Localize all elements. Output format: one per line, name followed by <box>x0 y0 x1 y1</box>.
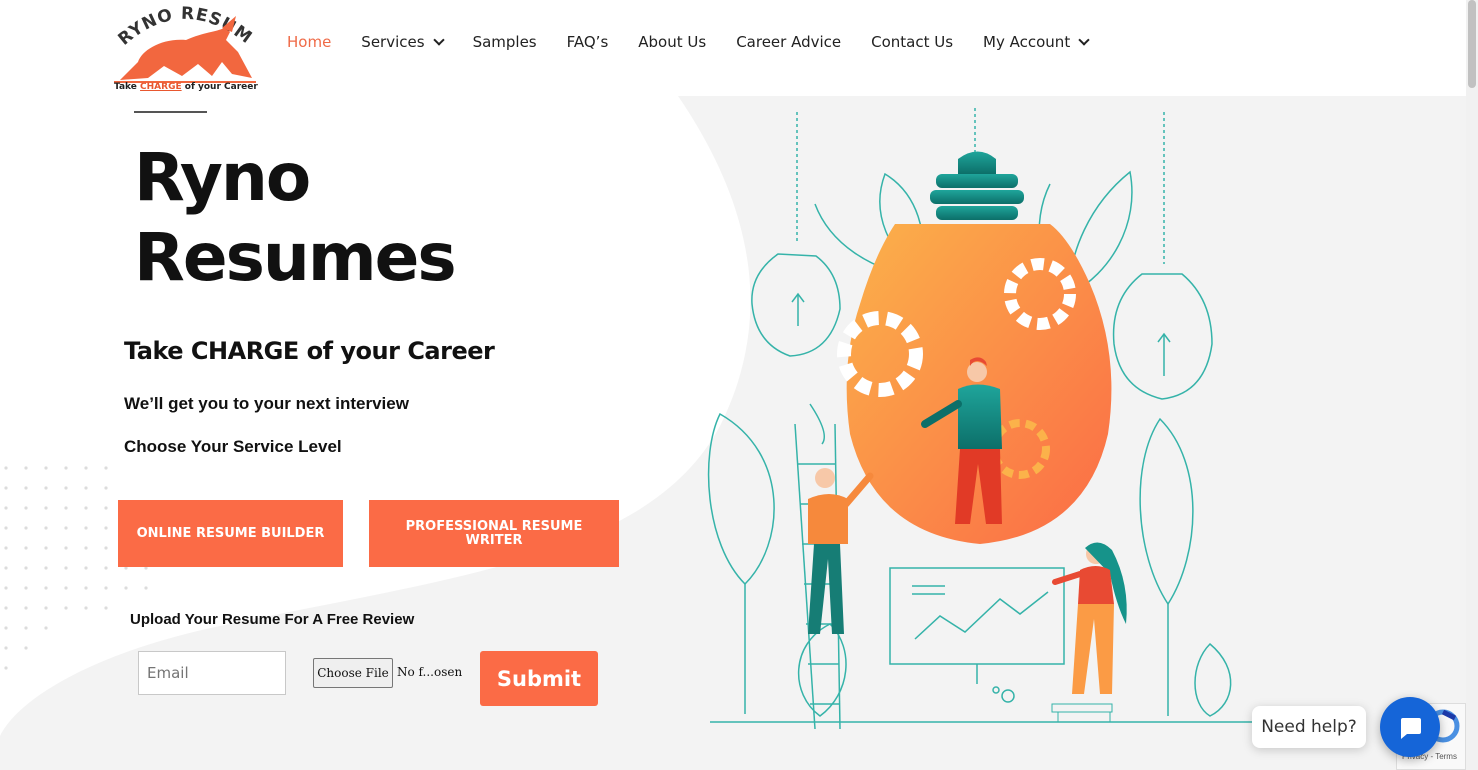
page: RYNO RESUMES Take CHARGE of your Career … <box>0 0 1466 770</box>
page-scrollbar[interactable] <box>1466 0 1478 770</box>
main-nav: Home Services Samples FAQ’s About Us Car… <box>287 33 1118 51</box>
email-field[interactable] <box>138 651 286 695</box>
chat-bubble-icon <box>1401 718 1421 739</box>
need-help-bubble[interactable]: Need help? <box>1252 706 1366 748</box>
nav-item-contact-us[interactable]: Contact Us <box>871 33 953 51</box>
hero-tagline: We’ll get you to your next interview <box>124 394 409 413</box>
hero-subtitle: Take CHARGE of your Career <box>124 337 495 365</box>
professional-resume-writer-button[interactable]: PROFESSIONAL RESUME WRITER <box>369 500 619 567</box>
nav-item-samples[interactable]: Samples <box>473 33 537 51</box>
person-ladder <box>808 468 874 634</box>
nav-item-home[interactable]: Home <box>287 33 331 51</box>
lightbulb-illustration <box>707 108 1260 730</box>
site-header: RYNO RESUMES Take CHARGE of your Career … <box>0 0 1466 96</box>
chevron-down-icon <box>1078 34 1090 46</box>
chat-button[interactable] <box>1380 697 1440 757</box>
nav-item-career-advice[interactable]: Career Advice <box>736 33 841 51</box>
file-status-text: No f...osen <box>397 665 463 679</box>
upload-label: Upload Your Resume For A Free Review <box>130 611 415 628</box>
online-resume-builder-button[interactable]: ONLINE RESUME BUILDER <box>118 500 343 567</box>
service-level-label: Choose Your Service Level <box>124 437 342 456</box>
chevron-down-icon <box>432 34 445 46</box>
page-title: Ryno Resumes <box>134 139 457 296</box>
person-chart <box>1051 542 1127 723</box>
nav-item-about-us[interactable]: About Us <box>638 33 706 51</box>
title-divider <box>134 111 207 113</box>
dot-pattern <box>4 466 148 670</box>
choose-file-button[interactable]: Choose File <box>313 658 393 688</box>
logo-tagline: Take CHARGE of your Career <box>114 82 258 92</box>
nav-item-services[interactable]: Services <box>361 33 445 51</box>
nav-item-my-account[interactable]: My Account <box>983 33 1090 51</box>
scrollbar-thumb[interactable] <box>1468 0 1476 88</box>
submit-button[interactable]: Submit <box>480 651 598 706</box>
nav-item-faqs[interactable]: FAQ’s <box>567 33 609 51</box>
